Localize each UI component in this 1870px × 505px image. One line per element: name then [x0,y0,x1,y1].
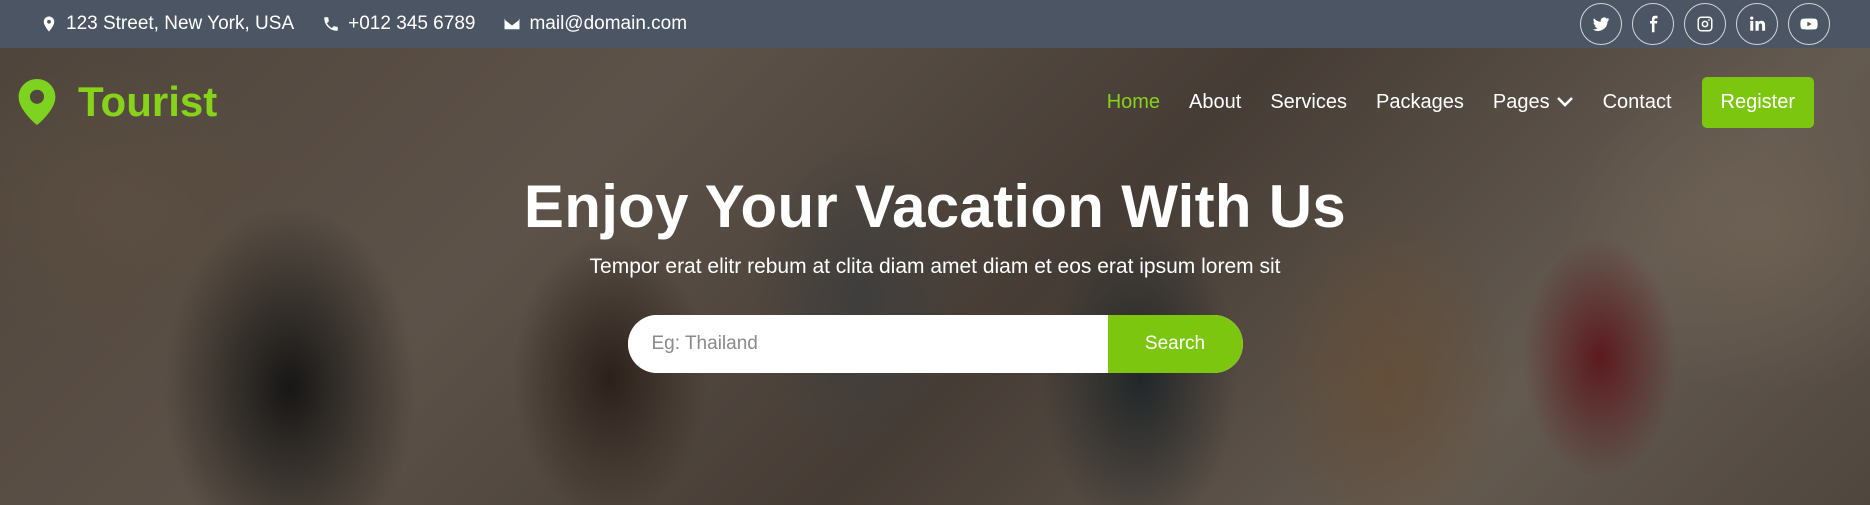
phone-icon [324,17,338,31]
email: mail@domain.com [503,13,687,35]
facebook-link[interactable] [1632,3,1674,45]
youtube-link[interactable] [1788,3,1830,45]
map-marker-icon [43,16,55,32]
phone: +012 345 6789 [322,13,475,35]
linkedin-link[interactable] [1736,3,1778,45]
search-bar: Search [627,315,1243,373]
top-bar: 123 Street, New York, USA +012 345 6789 … [0,0,1870,48]
search-button[interactable]: Search [1107,315,1243,373]
address-text: 123 Street, New York, USA [66,13,295,34]
phone-text: +012 345 6789 [348,13,476,34]
envelope-icon [504,18,520,30]
instagram-link[interactable] [1684,3,1726,45]
hero-subtitle: Tempor erat elitr rebum at clita diam am… [589,255,1281,278]
social-links [1580,3,1830,45]
hero-title: Enjoy Your Vacation With Us [523,173,1347,240]
search-input[interactable] [627,315,1108,373]
youtube-icon [1800,18,1818,30]
facebook-icon [1650,15,1658,33]
contact-info: 123 Street, New York, USA +012 345 6789 … [40,13,687,35]
hero-content: Enjoy Your Vacation With Us Tempor erat … [0,48,1870,505]
twitter-icon [1592,17,1610,31]
linkedin-icon [1750,16,1766,31]
address: 123 Street, New York, USA [40,13,294,35]
email-text: mail@domain.com [529,13,688,34]
instagram-icon [1697,16,1713,32]
twitter-link[interactable] [1580,3,1622,45]
